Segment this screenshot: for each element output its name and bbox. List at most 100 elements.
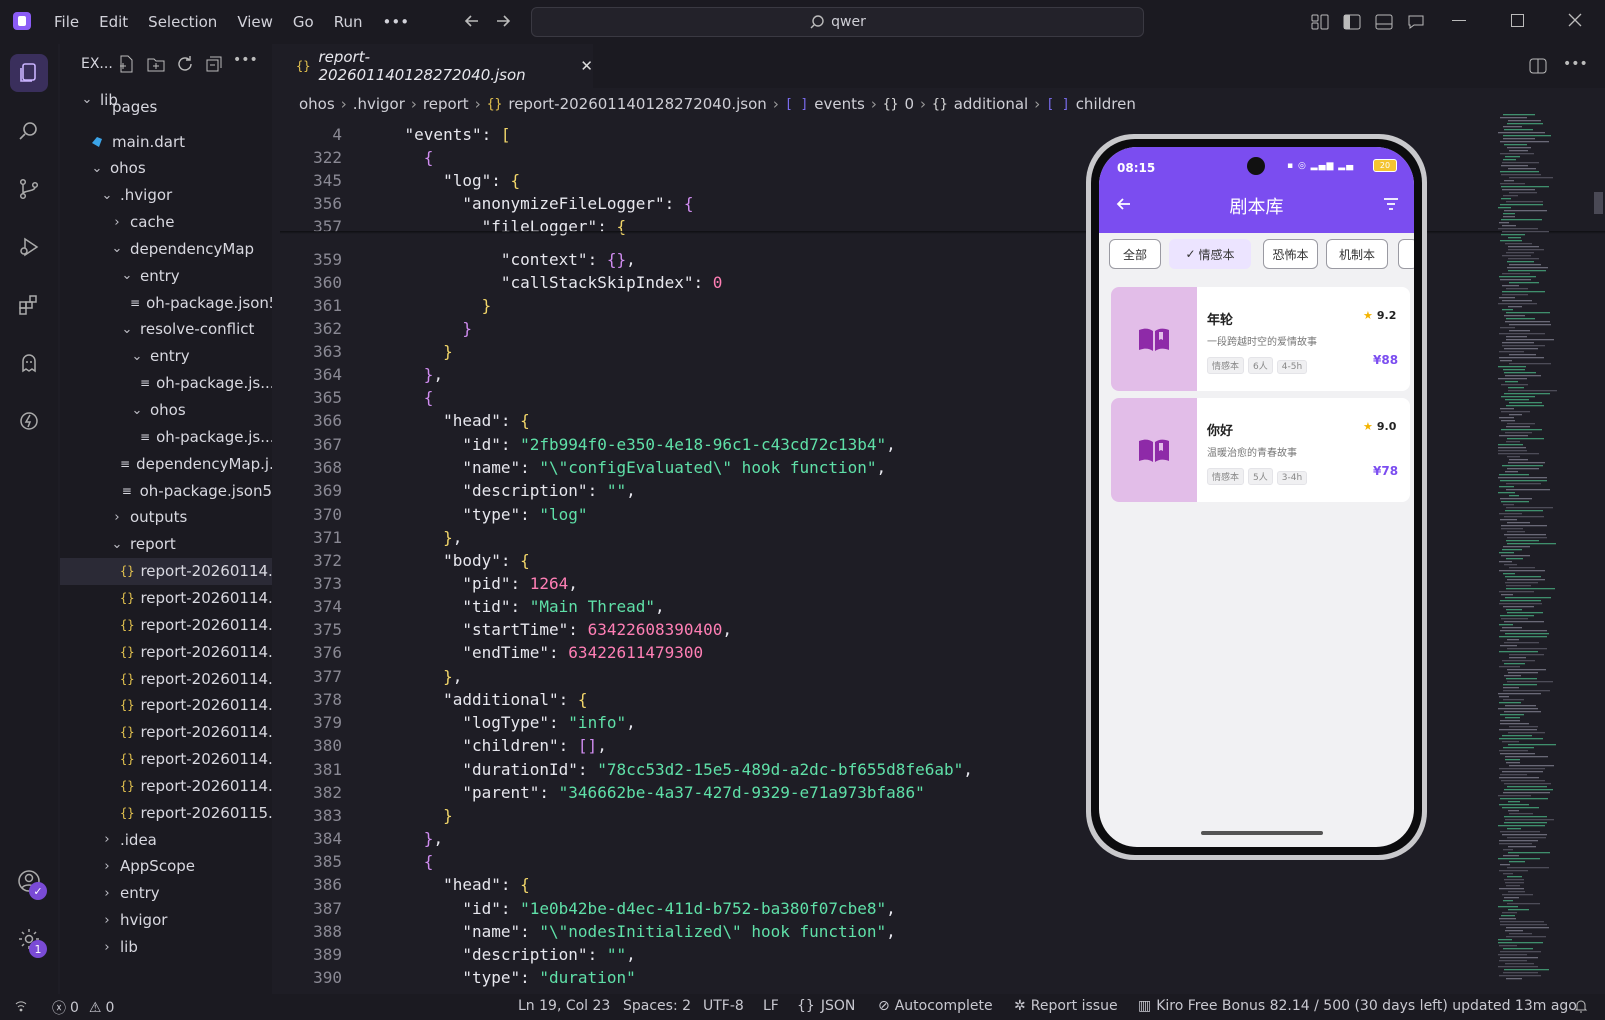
chat-icon[interactable] (1406, 12, 1426, 32)
close-window-icon[interactable] (1567, 12, 1583, 28)
menu-item[interactable]: Run (334, 13, 363, 31)
language-mode[interactable]: {} JSON (797, 998, 855, 1014)
tree-folder[interactable]: ⌄ report (60, 531, 272, 558)
code-line[interactable]: 356 "anonymizeFileLogger": { (280, 192, 693, 215)
tree-file[interactable]: {} report-20260114... (60, 719, 272, 746)
close-tab-icon[interactable]: ✕ (580, 57, 593, 75)
problems-indicator[interactable]: ⓧ 0 ⚠ 0 (52, 998, 114, 1018)
tree-folder[interactable]: ⌄ ohos (60, 155, 272, 182)
filter-icon[interactable] (1383, 197, 1399, 211)
code-line[interactable]: 345 "log": { (280, 169, 520, 192)
notifications-bell-icon[interactable] (1573, 998, 1589, 1014)
menu-item[interactable]: Go (293, 13, 314, 31)
forward-arrow-icon[interactable] (494, 12, 512, 30)
code-line[interactable]: 385 { (280, 850, 433, 873)
code-line[interactable]: 388 "name": "\"nodesInitialized\" hook f… (280, 920, 896, 943)
refresh-icon[interactable] (175, 54, 195, 74)
minimize-icon[interactable] (1452, 20, 1466, 21)
code-line[interactable]: 4 "events": [ (280, 123, 510, 146)
code-line[interactable]: 366 "head": { (280, 409, 530, 432)
breadcrumb-item[interactable]: events (814, 95, 865, 113)
code-line[interactable]: 375 "startTime": 63422608390400, (280, 618, 732, 641)
kiro-ghost-icon[interactable] (10, 344, 48, 382)
code-line[interactable]: 367 "id": "2fb994f0-e350-4e18-96c1-c43cd… (280, 433, 896, 456)
tree-file[interactable]: pages (60, 100, 272, 116)
menu-item[interactable]: Selection (148, 13, 217, 31)
code-line[interactable]: 322 { (280, 146, 433, 169)
code-line[interactable]: 365 { (280, 386, 433, 409)
tree-folder[interactable]: ⌄ .hvigor (60, 182, 272, 209)
tree-file[interactable]: {} report-20260114... (60, 746, 272, 773)
back-arrow-icon[interactable] (463, 12, 481, 30)
split-editor-icon[interactable] (1528, 56, 1548, 76)
tree-folder[interactable]: › .idea (60, 826, 272, 853)
remote-icon[interactable] (13, 998, 29, 1014)
toggle-sidebar-icon[interactable] (1342, 12, 1362, 32)
code-line[interactable]: 376 "endTime": 63422611479300 (280, 641, 703, 664)
menu-item[interactable]: ••• (383, 13, 410, 31)
code-line[interactable]: 377 }, (280, 665, 462, 688)
tree-folder[interactable]: ⌄ dependencyMap (60, 235, 272, 262)
tree-folder[interactable]: › outputs (60, 504, 272, 531)
tree-folder[interactable]: › lib (60, 934, 272, 961)
breadcrumb-item[interactable]: ohos (299, 95, 335, 113)
code-line[interactable]: 357 "fileLogger": { (280, 215, 626, 238)
more-actions-icon[interactable]: ••• (233, 52, 258, 68)
run-debug-icon[interactable] (10, 228, 48, 266)
code-line[interactable]: 363 } (280, 340, 453, 363)
code-line[interactable]: 387 "id": "1e0b42be-d4ec-411d-b752-ba380… (280, 897, 896, 920)
code-line[interactable]: 373 "pid": 1264, (280, 572, 578, 595)
code-line[interactable]: 361 } (280, 294, 491, 317)
tree-folder[interactable]: ⌄ entry (60, 343, 272, 370)
script-card[interactable]: 你好 ★ 9.0 温暖治愈的青春故事 情感本 5人 3-4h ¥78 (1111, 398, 1410, 502)
tree-file[interactable]: {} report-20260114... (60, 638, 272, 665)
code-line[interactable]: 378 "additional": { (280, 688, 587, 711)
chip-0[interactable]: 全部 (1109, 239, 1161, 269)
command-search[interactable]: qwer (531, 7, 1144, 37)
code-line[interactable]: 390 "type": "duration" (280, 966, 636, 989)
breadcrumb-item[interactable]: .hvigor (353, 95, 405, 113)
tree-folder[interactable]: › cache (60, 209, 272, 236)
code-line[interactable]: 359 "context": {}, (280, 248, 636, 271)
minimap[interactable] (1490, 110, 1590, 990)
menu-item[interactable]: View (237, 13, 273, 31)
tree-file[interactable]: ≡ oh-package.js... (60, 370, 272, 397)
collapse-all-icon[interactable] (204, 54, 224, 74)
code-line[interactable]: 369 "description": "", (280, 479, 636, 502)
editor-more-icon[interactable]: ••• (1563, 56, 1588, 72)
chip-1[interactable]: ✓ 情感本 (1169, 239, 1251, 269)
encoding[interactable]: UTF-8 (703, 998, 744, 1014)
tree-file[interactable]: ≡ oh-package.json5 (60, 477, 272, 504)
code-line[interactable]: 380 "children": [], (280, 734, 607, 757)
new-folder-icon[interactable] (146, 54, 166, 74)
tree-file[interactable]: {} report-20260114... (60, 772, 272, 799)
tree-folder[interactable]: › entry (60, 880, 272, 907)
breadcrumb-item[interactable]: report (423, 95, 469, 113)
tree-folder[interactable]: › hvigor (60, 907, 272, 934)
tree-folder[interactable]: ⌄ resolve-conflict (60, 316, 272, 343)
tree-file[interactable]: {} report-20260114... (60, 557, 272, 585)
editor-scrollbar-thumb[interactable] (1594, 192, 1603, 214)
source-control-icon[interactable] (10, 170, 48, 208)
toggle-panel-icon[interactable] (1374, 12, 1394, 32)
code-line[interactable]: 362 } (280, 317, 472, 340)
tree-file[interactable]: {} report-20260114... (60, 611, 272, 638)
tree-file[interactable]: {} report-20260114... (60, 584, 272, 611)
explorer-icon[interactable] (10, 54, 48, 92)
usage-indicator[interactable]: ▥ Kiro Free Bonus 82.14 / 500 (30 days le… (1138, 998, 1577, 1014)
code-line[interactable]: 370 "type": "log" (280, 503, 587, 526)
menu-item[interactable]: Edit (99, 13, 128, 31)
home-indicator[interactable] (1201, 831, 1323, 835)
autocomplete-toggle[interactable]: ⊘ Autocomplete (878, 998, 993, 1014)
breadcrumb-item[interactable]: 0 (905, 95, 915, 113)
tree-file[interactable]: main.dart (60, 128, 272, 155)
layout-customize-icon[interactable] (1310, 12, 1330, 32)
tree-folder[interactable]: › AppScope (60, 853, 272, 880)
code-line[interactable]: 360 "callStackSkipIndex": 0 (280, 271, 722, 294)
chip-3[interactable]: 机制本 (1326, 239, 1388, 269)
code-line[interactable]: 368 "name": "\"configEvaluated\" hook fu… (280, 456, 886, 479)
chip-2[interactable]: 恐怖本 (1263, 239, 1318, 269)
breadcrumb-item[interactable]: children (1076, 95, 1136, 113)
tree-file[interactable]: {} report-20260114... (60, 692, 272, 719)
code-line[interactable]: 383 } (280, 804, 453, 827)
